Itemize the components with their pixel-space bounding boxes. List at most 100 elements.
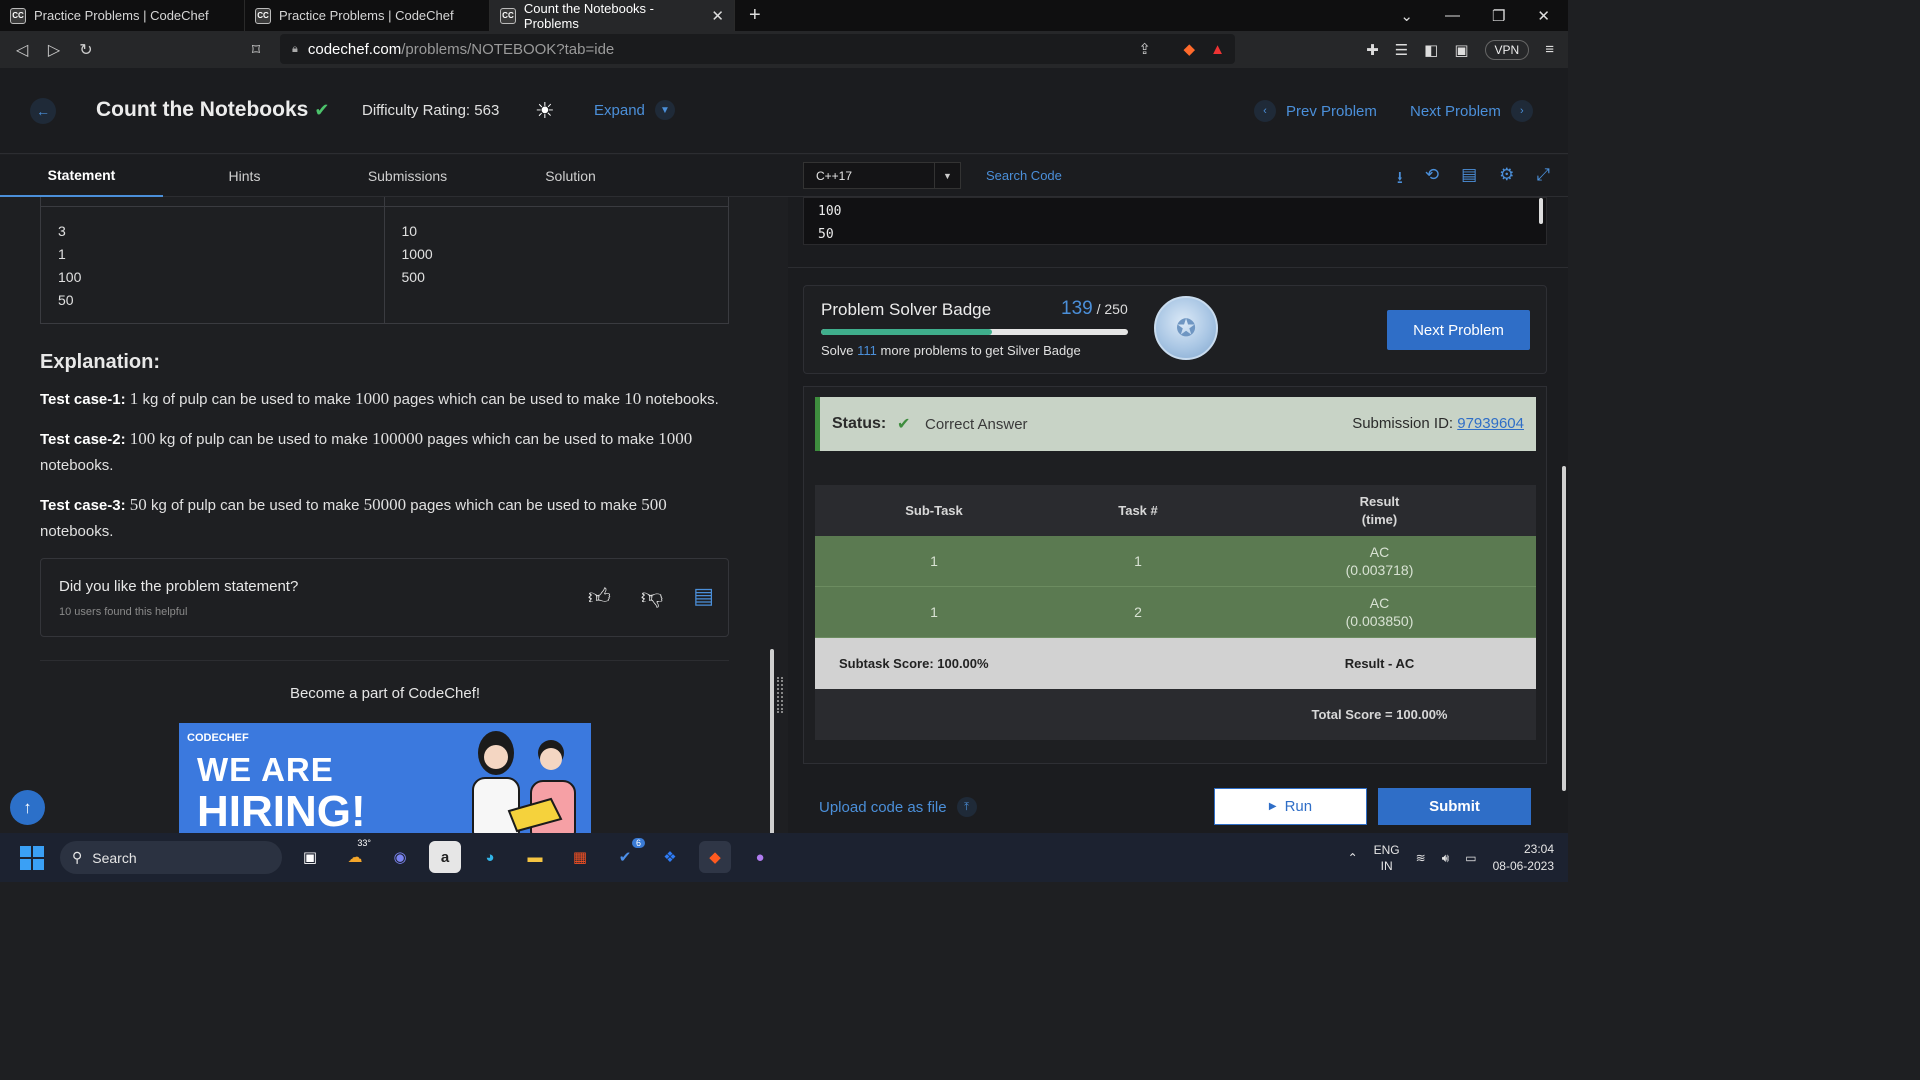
file-explorer-icon[interactable]: ▬	[519, 841, 551, 873]
weather-icon[interactable]: ☁ 33°	[339, 838, 372, 873]
next-problem-button[interactable]: Next Problem	[1387, 310, 1530, 350]
theme-toggle-sun-icon[interactable]: ☀	[535, 98, 555, 124]
status-label: Status:	[832, 415, 887, 432]
tab-statement[interactable]: Statement	[0, 155, 163, 197]
dropbox-icon[interactable]: ❖	[654, 841, 686, 873]
bookmark-icon[interactable]: ⌑	[240, 40, 272, 60]
scroll-to-top-button[interactable]: ↑	[10, 790, 45, 825]
output-line: 50	[818, 227, 834, 242]
close-window-icon[interactable]: ✕	[1537, 7, 1550, 25]
upload-icon: ⤒	[956, 797, 977, 817]
run-button[interactable]: ▶ Run	[1214, 788, 1367, 825]
search-code-link[interactable]: Search Code	[986, 168, 1062, 183]
share-icon[interactable]: ⇪	[1138, 40, 1151, 58]
feedback-question: Did you like the problem statement?	[59, 578, 299, 595]
statement-scrollbar[interactable]	[770, 649, 774, 833]
statement-pane: 3 1 100 50 10 1000 500 Explanation: Test…	[0, 197, 788, 833]
reload-icon[interactable]: ↻	[70, 40, 102, 60]
banner-illustration	[472, 731, 576, 833]
comment-icon[interactable]: ▤	[693, 583, 714, 610]
input-line: 100	[58, 269, 82, 285]
tab-title: Practice Problems | CodeChef	[34, 8, 209, 23]
address-bar[interactable]: 🔒︎ codechef.com /problems/NOTEBOOK?tab=i…	[280, 34, 1235, 64]
result-pane: 100 50 Problem Solver Badge 139 / 250 So…	[788, 197, 1568, 833]
brave-rewards-icon[interactable]: ▲	[1210, 41, 1225, 58]
task-view-icon[interactable]: ▣	[294, 841, 326, 873]
submission-id-link[interactable]: 97939604	[1457, 415, 1524, 432]
language-select[interactable]: C++17 ▼	[803, 162, 961, 189]
taskbar-search[interactable]: ⚲ Search	[60, 841, 282, 874]
thumbs-down-icon[interactable]: 👎︎	[641, 583, 663, 610]
problem-tabs: Statement Hints Submissions Solution	[0, 155, 788, 197]
browser-tab[interactable]: CC Practice Problems | CodeChef	[0, 0, 245, 31]
prev-problem-button[interactable]: ‹ Prev Problem	[1254, 100, 1377, 122]
back-icon[interactable]: ◁	[6, 40, 38, 60]
tab-solution[interactable]: Solution	[489, 155, 652, 197]
badge-subtext: Solve 111 more problems to get Silver Ba…	[821, 343, 1081, 358]
search-icon: ⚲	[72, 849, 83, 865]
chevron-down-icon[interactable]: ▼	[655, 100, 675, 120]
submit-button[interactable]: Submit	[1378, 788, 1531, 825]
upload-code-link[interactable]: Upload code as file ⤒	[819, 797, 977, 817]
pane-resize-handle[interactable]	[777, 677, 783, 713]
sync-icon[interactable]: ⟲	[1425, 165, 1439, 194]
browser-tab-active[interactable]: CC Count the Notebooks - Problems ✕	[490, 0, 735, 31]
github-icon[interactable]: ●	[744, 841, 776, 873]
vpn-button[interactable]: VPN	[1484, 39, 1530, 60]
badge-progress-bar	[821, 329, 1128, 335]
expand-link[interactable]: Expand	[594, 102, 645, 119]
tab-submissions[interactable]: Submissions	[326, 155, 489, 197]
output-line: 100	[818, 204, 842, 219]
settings-gear-icon[interactable]: ⚙	[1499, 165, 1514, 194]
explanation-heading: Explanation:	[40, 351, 161, 373]
back-arrow-icon[interactable]: ←	[30, 98, 56, 124]
result-scrollbar[interactable]	[1562, 466, 1566, 791]
restore-icon[interactable]: ❐	[1492, 7, 1505, 25]
menu-icon[interactable]: ≡	[1545, 41, 1554, 58]
sample-io-table: 3 1 100 50 10 1000 500	[40, 197, 729, 324]
subtask-score-row: Subtask Score: 100.00% Result - AC	[815, 638, 1536, 689]
meet-icon[interactable]: ◉	[384, 841, 416, 873]
windows-start-icon[interactable]	[20, 846, 44, 870]
sidebar-icon[interactable]: ◧	[1424, 41, 1438, 59]
forward-icon[interactable]: ▷	[38, 40, 70, 60]
brave-shields-icon[interactable]: ◆	[1183, 40, 1195, 58]
store-icon[interactable]: ▦	[564, 841, 596, 873]
output-line: 1000	[401, 246, 433, 262]
codechef-favicon-icon: CC	[10, 7, 26, 24]
new-tab-button[interactable]: +	[749, 4, 761, 27]
volume-icon[interactable]: 🔊︎	[1442, 851, 1450, 866]
fullscreen-icon[interactable]: ⤢	[1536, 165, 1550, 194]
vscode-icon[interactable]: ✔ 6	[609, 838, 645, 873]
tab-list-icon[interactable]: ⌄	[1400, 7, 1413, 25]
output-console: 100 50	[803, 197, 1547, 245]
table-row: 1 1 AC (0.003718)	[815, 536, 1536, 587]
sample-input: 3 1 100 50	[41, 197, 385, 323]
difficulty-rating: Difficulty Rating: 563	[362, 102, 500, 119]
amazon-icon[interactable]: a	[429, 841, 461, 873]
wifi-icon[interactable]: ≋	[1416, 851, 1426, 865]
close-tab-icon[interactable]: ✕	[711, 7, 724, 25]
clock[interactable]: 23:04 08-06-2023	[1493, 841, 1554, 875]
edge-icon[interactable]: ◕	[474, 841, 506, 873]
browser-tab[interactable]: CC Practice Problems | CodeChef	[245, 0, 490, 31]
chevron-up-icon[interactable]: ⌃	[1348, 851, 1358, 865]
download-icon[interactable]: ⭳	[1397, 165, 1403, 194]
next-problem-link[interactable]: Next Problem ›	[1410, 100, 1533, 122]
console-scrollbar[interactable]	[1539, 198, 1543, 224]
wallet-icon[interactable]: ▣	[1454, 41, 1468, 59]
window-controls: ⌄ — ❐ ✕	[1400, 0, 1568, 31]
thumbs-up-icon[interactable]: 👍︎	[588, 583, 611, 610]
extensions-icon[interactable]: ✚	[1366, 41, 1379, 59]
submission-result-card: Status: ✔ Correct Answer Submission ID: …	[803, 386, 1547, 764]
brave-browser-icon[interactable]: ◆	[699, 841, 731, 873]
hiring-banner[interactable]: CODECHEF WE ARE HIRING!	[179, 723, 591, 833]
language-indicator[interactable]: ENG IN	[1374, 842, 1400, 874]
save-icon[interactable]: ▤	[1461, 165, 1477, 194]
tab-hints[interactable]: Hints	[163, 155, 326, 197]
feedback-actions: 👍︎ 👎︎ ▤	[588, 583, 714, 610]
playlist-icon[interactable]: ☰	[1395, 41, 1408, 59]
play-icon: ▶	[1268, 801, 1277, 812]
battery-icon[interactable]: ▭	[1465, 851, 1476, 865]
minimize-icon[interactable]: —	[1445, 7, 1460, 24]
